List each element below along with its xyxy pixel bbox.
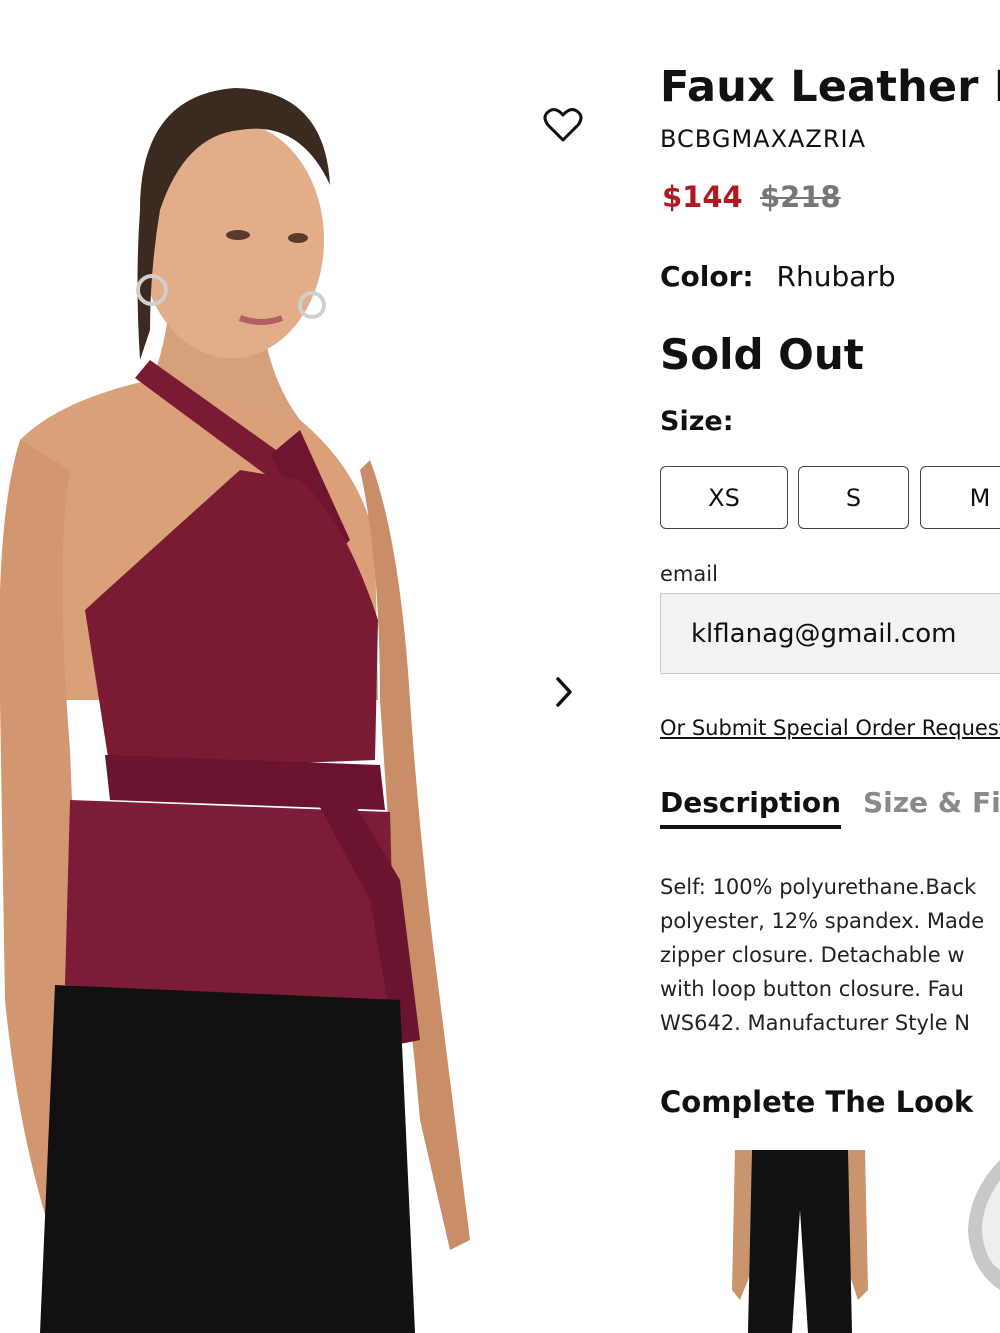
description-line: polyester, 12% spandex. Made (660, 909, 985, 933)
product-gallery (0, 0, 600, 1333)
size-option-s[interactable]: S (798, 466, 909, 529)
sale-price: $144 (662, 180, 743, 214)
size-option-xs[interactable]: XS (660, 466, 788, 529)
tab-size-fit[interactable]: Size & Fit (863, 786, 1000, 825)
availability-status: Sold Out (660, 330, 864, 379)
color-label: Color: (660, 260, 754, 293)
complete-the-look-heading: Complete The Look (660, 1085, 974, 1119)
look-item-earrings[interactable] (960, 1150, 1000, 1333)
description-line: WS642. Manufacturer Style N (660, 1011, 971, 1035)
product-photo (0, 88, 470, 1333)
product-title: Faux Leather Halter Top (660, 62, 1000, 112)
original-price: $218 (760, 180, 841, 214)
look-item-pants[interactable] (730, 1150, 870, 1333)
brand-name[interactable]: BCBGMAXAZRIA (660, 125, 866, 153)
chevron-right-icon (556, 677, 572, 707)
description-line: zipper closure. Detachable w (660, 943, 965, 967)
description-line: with loop button closure. Fau (660, 977, 964, 1001)
special-order-link[interactable]: Or Submit Special Order Request (660, 716, 1000, 740)
size-label: Size: (660, 406, 734, 437)
color-value: Rhubarb (776, 260, 896, 293)
description-line: Self: 100% polyurethane.Back (660, 875, 977, 899)
product-details: Faux Leather Halter Top BCBGMAXAZRIA $14… (660, 0, 1000, 1333)
color-row: Color: Rhubarb (660, 260, 896, 293)
email-field[interactable] (660, 593, 1000, 674)
next-image-button[interactable] (544, 670, 584, 714)
wishlist-button[interactable] (540, 102, 586, 148)
product-description: Self: 100% polyurethane.Back polyester, … (660, 870, 1000, 1040)
size-option-m[interactable]: M (920, 466, 1000, 529)
email-label: email (660, 562, 718, 586)
heart-outline-icon (543, 108, 583, 142)
tab-description[interactable]: Description (660, 786, 842, 829)
